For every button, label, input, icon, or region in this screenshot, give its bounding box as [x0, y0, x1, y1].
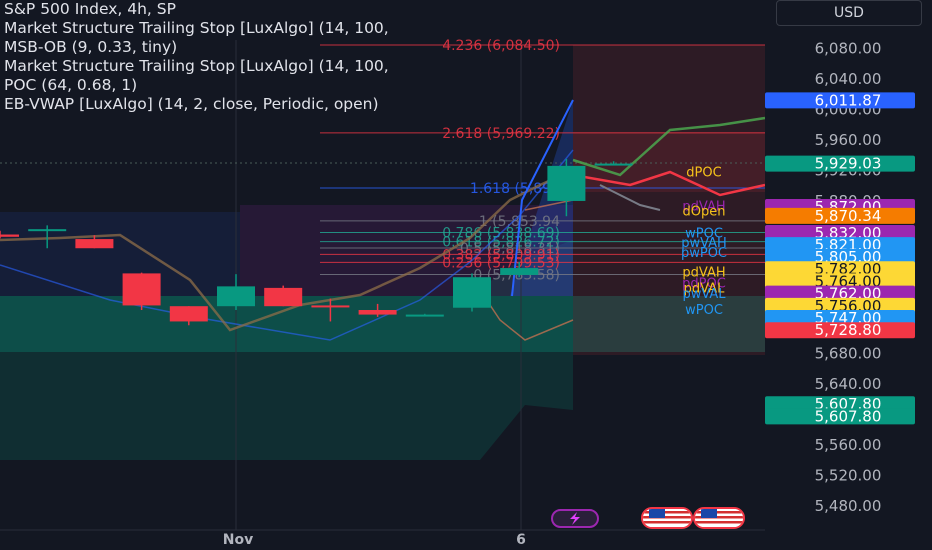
candle-body — [122, 273, 161, 306]
level-label: wPOC — [685, 303, 723, 318]
us-flag-icon[interactable] — [693, 507, 745, 529]
projection-zone-inner — [573, 132, 765, 192]
x-tick-label: 6 — [516, 532, 526, 548]
x-tick-label: Nov — [223, 532, 253, 548]
y-tick-label: 5,480.00 — [815, 497, 882, 515]
us-flag-icon[interactable] — [641, 507, 693, 529]
candle-body — [453, 277, 491, 308]
candle-body — [594, 163, 633, 166]
candle-body — [547, 165, 586, 201]
price-tag-label: 5,929.03 — [815, 155, 882, 173]
upper-band-fill — [0, 212, 240, 296]
candle-body — [405, 314, 444, 317]
level-label: dOpen — [683, 205, 726, 220]
lightning-icon[interactable] — [551, 509, 599, 528]
candle-body — [311, 305, 350, 308]
y-tick-label: 5,520.00 — [815, 466, 882, 484]
price-tag-label: 5,870.34 — [815, 207, 882, 225]
level-label: pwVAL — [682, 287, 726, 302]
candle-body — [264, 287, 303, 307]
projection-zone-fill — [573, 45, 765, 355]
candle-body — [28, 229, 67, 232]
price-tag-label: 5,728.80 — [815, 321, 882, 339]
y-tick-label: 6,040.00 — [815, 70, 882, 88]
candle-body — [169, 306, 208, 322]
level-label: dPOC — [686, 166, 721, 181]
price-chart[interactable]: 4.236 (6,084.50)2.618 (5,969.22)1.618 (5… — [0, 0, 932, 550]
fib-level-label: 2.618 (5,969.22) — [442, 126, 560, 142]
fib-level-label: 4.236 (6,084.50) — [442, 38, 560, 54]
currency-selector[interactable]: USD — [776, 0, 922, 26]
candle-body — [217, 286, 255, 307]
level-label: pwPOC — [681, 246, 727, 261]
y-tick-label: 5,640.00 — [815, 375, 882, 393]
price-tag-label: 6,011.87 — [815, 91, 882, 109]
candle-body — [358, 310, 397, 315]
y-tick-label: 5,560.00 — [815, 436, 882, 454]
candle-body — [500, 268, 539, 275]
y-tick-label: 5,680.00 — [815, 344, 882, 362]
candle-body — [75, 239, 114, 249]
candle-body — [0, 234, 19, 237]
y-tick-label: 6,080.00 — [815, 39, 882, 57]
price-tag-label: 5,607.80 — [815, 407, 882, 425]
y-tick-label: 5,960.00 — [815, 131, 882, 149]
